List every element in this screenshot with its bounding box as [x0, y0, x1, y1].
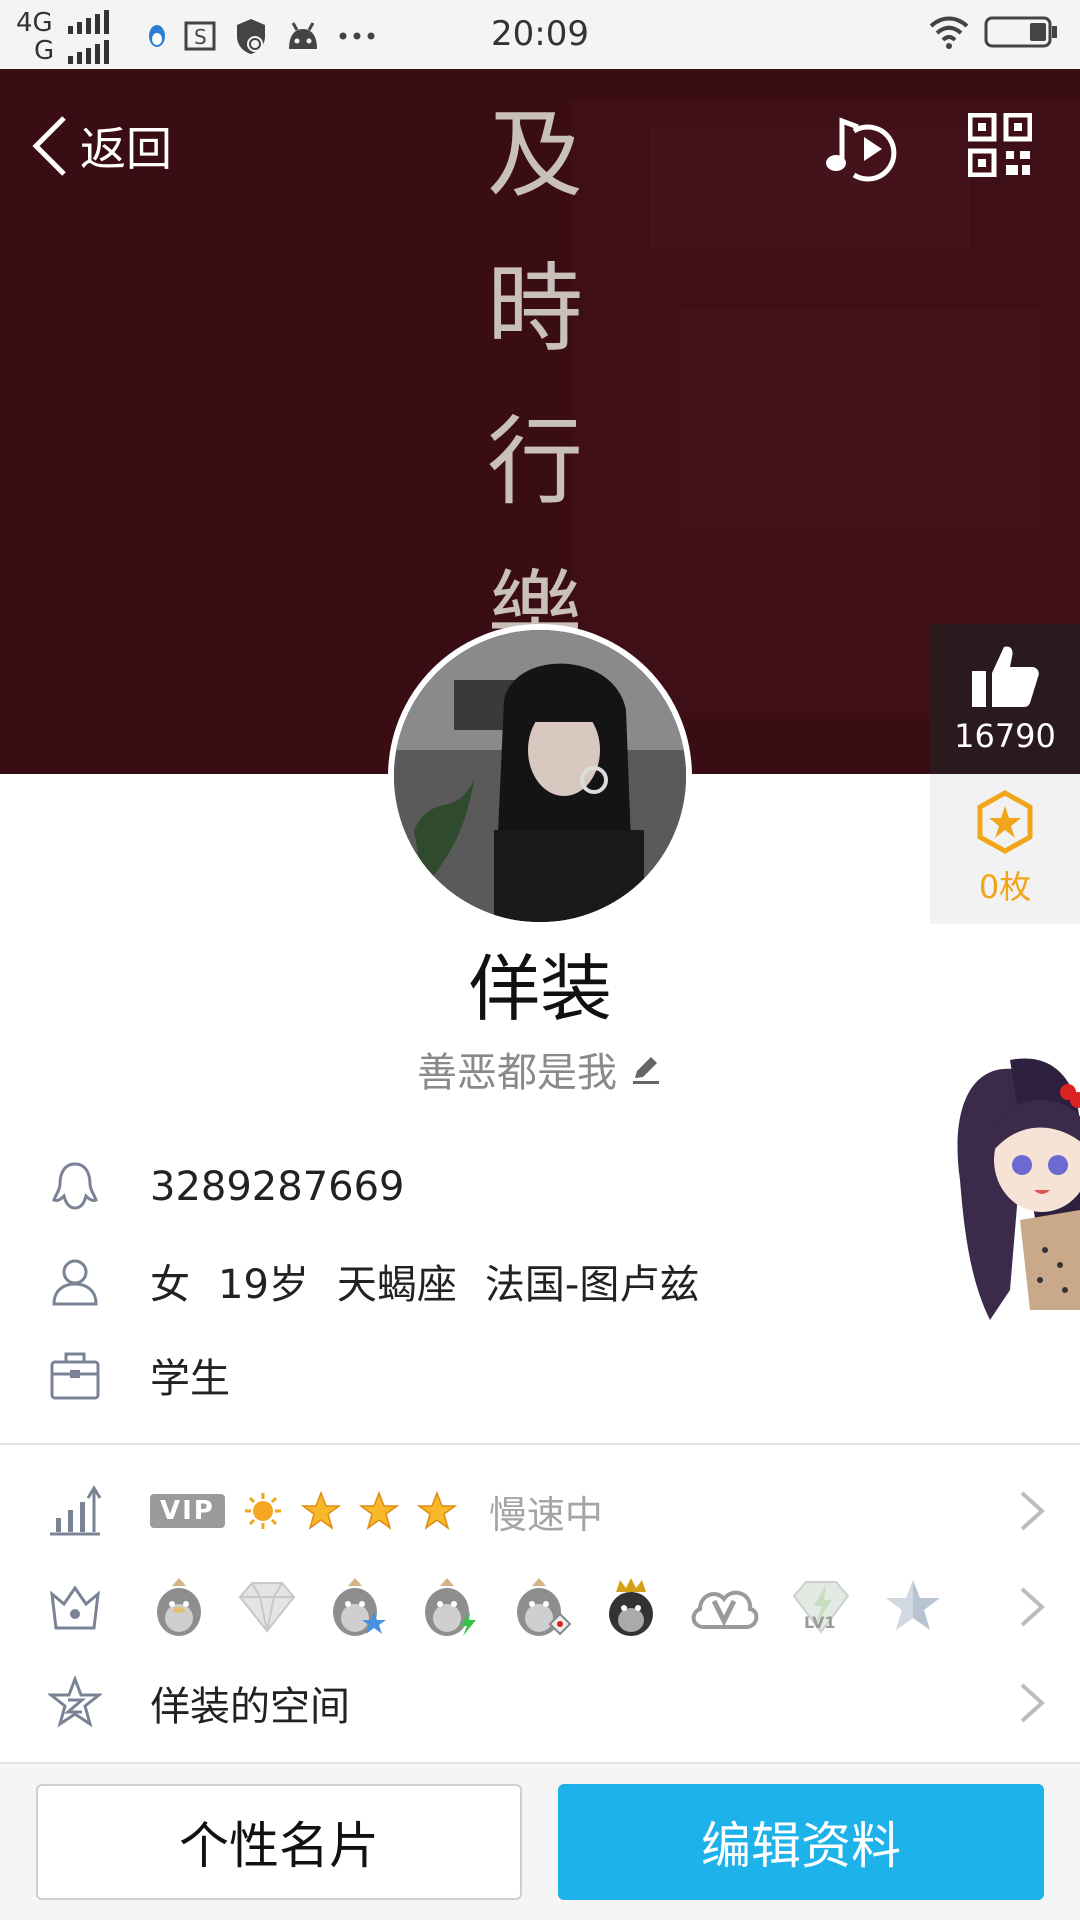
star-level-icon	[358, 1491, 399, 1530]
chevron-right-icon	[1020, 1491, 1045, 1531]
star-level-icon	[300, 1491, 341, 1530]
crowned-penguin-badge-icon	[609, 1578, 653, 1636]
status-bar: 4G G S 20:09	[0, 0, 1080, 69]
penguin-card-badge-icon	[517, 1578, 572, 1636]
qq-number-row: 3289287669	[0, 1142, 1080, 1232]
qq-number: 3289287669	[150, 1164, 405, 1210]
penguin-bolt-badge-icon	[425, 1578, 476, 1636]
back-button[interactable]: 返回	[30, 113, 172, 179]
signature-row[interactable]: 善恶都是我	[0, 1040, 1080, 1098]
qzone-star-icon	[48, 1676, 102, 1728]
qzone-label: 佯装的空间	[150, 1684, 350, 1730]
nickname: 佯装	[467, 947, 612, 1031]
star-badge-icon	[977, 790, 1033, 854]
thumbs-up-icon	[972, 646, 1039, 707]
edit-profile-button[interactable]: 编辑资料	[558, 1784, 1044, 1900]
qzone-row[interactable]: 佯装的空间	[0, 1658, 1080, 1748]
vip-row[interactable]: VIP 慢速中	[0, 1466, 1080, 1556]
like-count: 16790	[954, 717, 1056, 755]
chevron-right-icon	[1020, 1683, 1045, 1723]
calligraphy-char: 時	[487, 252, 583, 365]
calligraphy-char: 及	[487, 99, 583, 211]
battery-icon	[984, 16, 1057, 48]
basic-info-row: 女 19岁 天蝎座 法国-图卢兹	[0, 1236, 1080, 1326]
avatar-photo	[394, 630, 686, 922]
wifi-icon	[929, 16, 969, 49]
sun-level-icon	[244, 1493, 281, 1529]
cloud-v-badge-icon	[691, 1590, 759, 1629]
basic-info: 女 19岁 天蝎座 法国-图卢兹	[150, 1252, 727, 1310]
vip-speed-status: 慢速中	[488, 1492, 603, 1537]
chevron-right-icon	[1020, 1587, 1045, 1627]
star-count: 0枚	[978, 868, 1032, 906]
level-chart-icon	[50, 1485, 102, 1536]
occupation: 学生	[150, 1356, 230, 1402]
back-label: 返回	[80, 122, 172, 176]
avatar[interactable]	[388, 624, 692, 928]
crown-icon	[50, 1585, 100, 1630]
badges-row[interactable]: LV1	[0, 1562, 1080, 1652]
status-right	[928, 14, 1058, 50]
diamond-badge-icon	[238, 1582, 296, 1633]
edit-pencil-icon[interactable]	[629, 1052, 663, 1086]
avatar-portrait	[394, 630, 686, 922]
like-button[interactable]: 16790	[930, 624, 1080, 774]
music-play-icon[interactable]	[824, 109, 898, 183]
penguin-icon	[52, 1162, 98, 1210]
location: 法国-图卢兹	[484, 1262, 700, 1308]
service-badges: LV1	[150, 1576, 944, 1638]
cover-calligraphy: 及 時 行 樂	[470, 79, 600, 693]
bottom-action-bar: 个性名片 编辑资料	[0, 1762, 1080, 1920]
section-divider	[0, 1443, 1080, 1445]
penguin-badge-icon	[157, 1578, 201, 1636]
briefcase-icon	[50, 1352, 100, 1400]
occupation-row: 学生	[0, 1330, 1080, 1420]
vip-badges: VIP 慢速中	[150, 1484, 603, 1539]
star-button[interactable]: 0枚	[930, 774, 1080, 924]
zodiac: 天蝎座	[336, 1262, 457, 1308]
vip-badge: VIP	[150, 1494, 225, 1528]
age: 19岁	[218, 1262, 309, 1308]
penguin-star-badge-icon	[333, 1578, 386, 1636]
gender: 女	[150, 1262, 190, 1308]
lv-label: LV1	[804, 1613, 836, 1632]
star-badge-gray-icon	[886, 1580, 940, 1630]
clock: 20:09	[491, 14, 589, 54]
calligraphy-char: 行	[487, 406, 583, 519]
star-level-icon	[416, 1491, 457, 1530]
chevron-left-icon	[32, 116, 66, 176]
person-icon	[52, 1259, 98, 1306]
signature-text: 善恶都是我	[417, 1050, 617, 1096]
diamond-lv1-badge-icon: LV1	[792, 1581, 850, 1634]
personal-card-button[interactable]: 个性名片	[36, 1784, 522, 1900]
qr-code-icon[interactable]	[968, 113, 1032, 177]
